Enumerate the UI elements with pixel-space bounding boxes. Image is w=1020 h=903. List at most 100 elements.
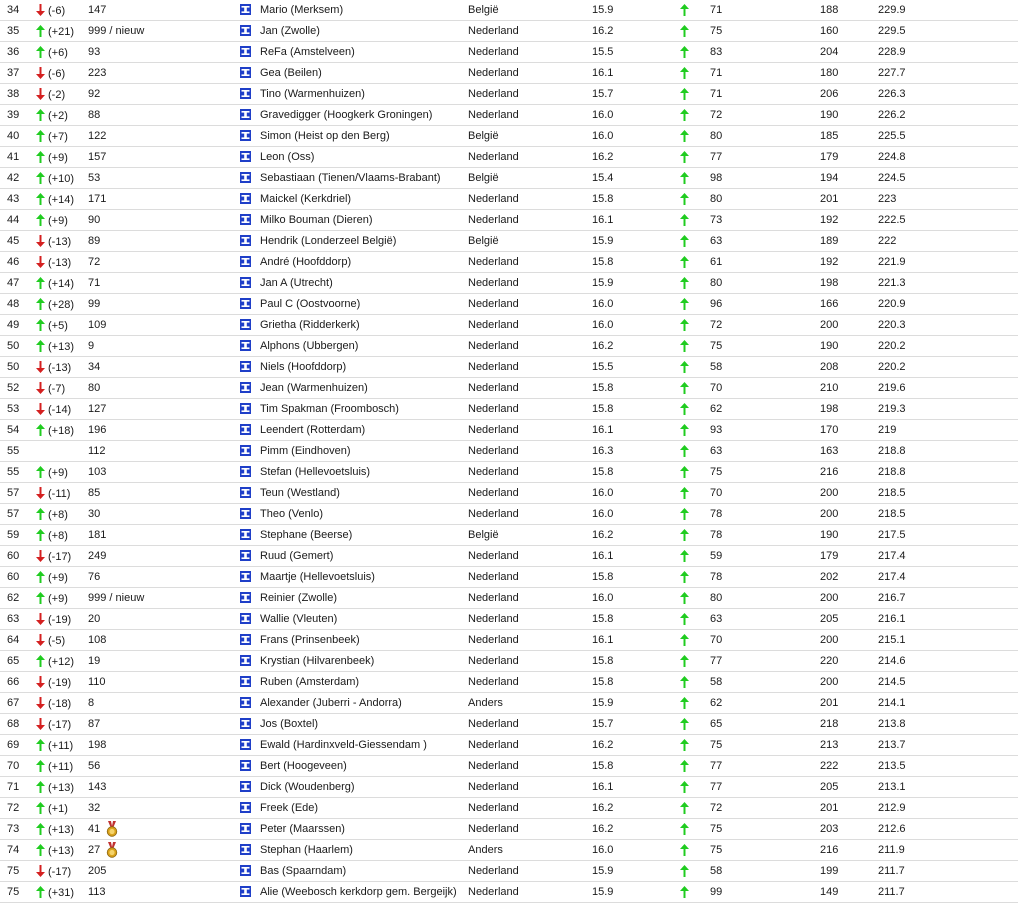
score-cell: 211.7 (878, 881, 1018, 903)
score-cell: 212.9 (878, 797, 1018, 819)
stat-b-cell: 179 (820, 545, 878, 567)
arrow-up-icon (680, 234, 689, 247)
rank-cell: 65 (0, 650, 36, 672)
trend-cell (680, 692, 710, 714)
previous-rank-cell: 87 (88, 713, 240, 735)
trend-cell (680, 419, 710, 441)
trend-cell (680, 167, 710, 189)
average-cell: 15.8 (592, 377, 680, 399)
previous-rank-cell: 999 / nieuw (88, 587, 240, 609)
movement-cell: (-6) (36, 62, 88, 84)
user-flag-icon (240, 277, 251, 288)
country-cell: Nederland (468, 104, 592, 126)
movement-value: (-17) (48, 550, 72, 563)
average-cell: 15.8 (592, 398, 680, 420)
movement-cell: (-6) (36, 0, 88, 21)
user-flag-icon (240, 697, 251, 708)
movement-cell: (-11) (36, 482, 88, 504)
table-row: 37 (-6) 223 Gea (Beilen) Nederland 16.1 71 180 2… (0, 62, 1018, 84)
country-cell: Nederland (468, 587, 592, 609)
arrow-up-icon (36, 45, 45, 58)
movement-value: (+21) (48, 25, 74, 38)
stat-a-cell: 96 (710, 293, 820, 315)
country-cell: Nederland (468, 818, 592, 840)
arrow-up-icon (680, 24, 689, 37)
player-cell: Tino (Warmenhuizen) (240, 83, 468, 105)
trend-cell (680, 860, 710, 882)
stat-a-cell: 93 (710, 419, 820, 441)
player-name: Teun (Westland) (260, 487, 340, 499)
score-cell: 226.3 (878, 83, 1018, 105)
movement-value: (+31) (48, 886, 74, 899)
rank-cell: 42 (0, 167, 36, 189)
ranking-table: 34 (-6) 147 Mario (Merksem) België 15.9 71 188 2… (0, 0, 1018, 903)
rank-cell: 36 (0, 41, 36, 63)
table-row: 43 (+14) 171 Maickel (Kerkdriel) Nederland 15… (0, 188, 1018, 210)
arrow-up-icon (680, 297, 689, 310)
previous-rank-value: 30 (88, 508, 101, 520)
previous-rank-value: 20 (88, 613, 101, 625)
arrow-up-icon (680, 822, 689, 835)
movement-value: (+11) (48, 739, 74, 752)
trend-cell (680, 608, 710, 630)
rank-cell: 43 (0, 188, 36, 210)
previous-rank-value: 999 / nieuw (88, 592, 145, 604)
country-cell: Nederland (468, 755, 592, 777)
trend-cell (680, 272, 710, 294)
user-flag-icon (240, 382, 251, 393)
player-cell: Jan A (Utrecht) (240, 272, 468, 294)
stat-a-cell: 62 (710, 398, 820, 420)
table-row: 75 (+31) 113 Alie (Weebosch kerkdorp gem. B… (0, 881, 1018, 903)
previous-rank-value: 113 (88, 886, 106, 898)
rank-cell: 73 (0, 818, 36, 840)
table-row: 69 (+11) 198 Ewald (Hardinxveld-Giessendam … (0, 734, 1018, 756)
trend-cell (680, 335, 710, 357)
average-cell: 16.0 (592, 314, 680, 336)
rank-cell: 70 (0, 755, 36, 777)
table-row: 73 (+13) 41 Peter (Maarssen) Nederland 16.2 75… (0, 818, 1018, 840)
score-cell: 211.7 (878, 860, 1018, 882)
average-cell: 15.8 (592, 650, 680, 672)
previous-rank-value: 108 (88, 634, 107, 646)
movement-cell: (-18) (36, 692, 88, 714)
arrow-down-icon (36, 255, 45, 268)
movement-value: (-6) (48, 4, 66, 17)
arrow-up-icon (36, 423, 45, 436)
movement-cell: (-19) (36, 608, 88, 630)
movement-cell: (+9) (36, 461, 88, 483)
stat-b-cell: 206 (820, 83, 878, 105)
country-cell: Nederland (468, 860, 592, 882)
stat-b-cell: 222 (820, 755, 878, 777)
player-cell: Maickel (Kerkdriel) (240, 188, 468, 210)
player-cell: Frans (Prinsenbeek) (240, 629, 468, 651)
stat-a-cell: 80 (710, 272, 820, 294)
stat-b-cell: 202 (820, 566, 878, 588)
player-name: Frans (Prinsenbeek) (260, 634, 360, 646)
arrow-up-icon (680, 759, 689, 772)
stat-a-cell: 83 (710, 41, 820, 63)
player-cell: Paul C (Oostvoorne) (240, 293, 468, 315)
stat-b-cell: 149 (820, 881, 878, 903)
score-cell: 220.2 (878, 356, 1018, 378)
arrow-up-icon (36, 24, 45, 37)
movement-value: (-13) (48, 256, 72, 269)
movement-value: (+13) (48, 340, 74, 353)
stat-b-cell: 203 (820, 818, 878, 840)
stat-a-cell: 70 (710, 377, 820, 399)
stat-a-cell: 72 (710, 797, 820, 819)
stat-b-cell: 163 (820, 440, 878, 462)
movement-value: (-19) (48, 676, 72, 689)
stat-a-cell: 77 (710, 776, 820, 798)
movement-cell: (+8) (36, 524, 88, 546)
previous-rank-value: 110 (88, 676, 106, 688)
table-row: 60 (-17) 249 Ruud (Gemert) Nederland 16.1 59 17… (0, 545, 1018, 567)
movement-value: (+7) (48, 130, 68, 143)
score-cell: 217.4 (878, 566, 1018, 588)
medal-icon (107, 842, 118, 858)
average-cell: 15.8 (592, 755, 680, 777)
average-cell: 15.8 (592, 566, 680, 588)
table-row: 72 (+1) 32 Freek (Ede) Nederland 16.2 72 201 212… (0, 797, 1018, 819)
country-cell: België (468, 0, 592, 21)
trend-cell (680, 650, 710, 672)
player-name: Theo (Venlo) (260, 508, 323, 520)
